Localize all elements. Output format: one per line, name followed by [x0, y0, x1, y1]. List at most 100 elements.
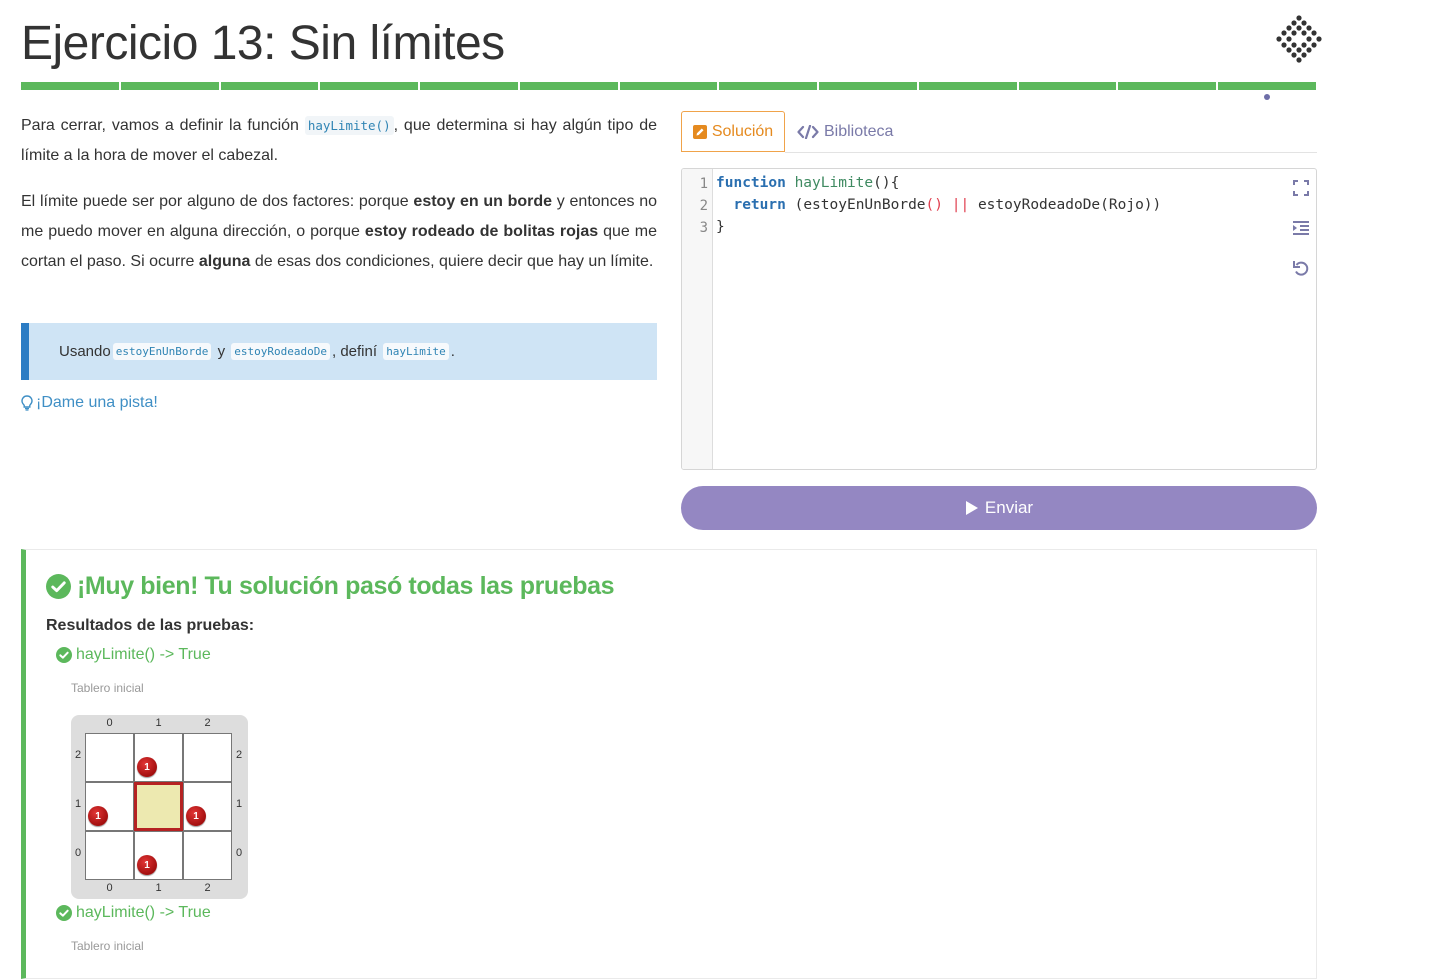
test-results-panel: ¡Muy bien! Tu solución pasó todas las pr… [21, 549, 1317, 979]
text: El límite puede ser por alguno de dos fa… [21, 193, 414, 210]
progress-segment[interactable] [719, 82, 818, 90]
page-title: Ejercicio 13: Sin límites [21, 17, 505, 70]
board-column-label: 0 [106, 882, 113, 894]
board-row-label: 1 [235, 797, 243, 810]
text: de esas dos condiciones, quiere decir qu… [250, 253, 654, 270]
line-number: 1 [699, 176, 708, 192]
progress-segment[interactable] [320, 82, 419, 90]
current-exercise-indicator [1264, 94, 1270, 100]
description-paragraph-1: Para cerrar, vamos a definir la función … [21, 111, 657, 171]
progress-segment[interactable] [1118, 82, 1217, 90]
test-result-label: hayLimite() -> True [76, 904, 211, 921]
progress-segment[interactable] [220, 82, 319, 90]
red-ball: 1 [88, 806, 108, 826]
bold-text: estoy en un borde [413, 193, 553, 210]
board-row-label: 2 [74, 748, 82, 761]
line-number-gutter: 1 2 3 [682, 169, 713, 469]
text: y [213, 343, 230, 360]
result-title: ¡Muy bien! Tu solución pasó todas las pr… [46, 572, 615, 601]
progress-segment[interactable] [619, 82, 718, 90]
board-row-label: 0 [74, 846, 82, 859]
submit-button-label: Enviar [984, 498, 1034, 517]
instruction-box: Usando estoyEnUnBorde y estoyRodeadoDe ,… [21, 323, 657, 380]
text: Usando [59, 343, 111, 360]
code-editor[interactable]: 1 2 3 function hayLimite(){ return (esto… [681, 168, 1317, 470]
code-token: || [943, 197, 978, 213]
check-circle-icon [56, 647, 72, 663]
check-circle-icon [46, 574, 71, 599]
red-ball: 1 [186, 806, 206, 826]
code-line[interactable]: } [716, 219, 725, 235]
board-row-label: 2 [235, 748, 243, 761]
gobstones-logo-icon[interactable] [1276, 14, 1322, 64]
board-label: Tablero inicial [71, 939, 144, 953]
edit-icon [692, 124, 707, 139]
code-token: estoyRodeadoDe(Rojo)) [977, 197, 1162, 213]
progress-segment[interactable] [819, 82, 917, 90]
code-token: (){ [873, 175, 900, 191]
board-column-label: 1 [155, 882, 162, 894]
submit-button[interactable]: Enviar [681, 486, 1317, 530]
progress-segment[interactable] [120, 82, 219, 90]
code-line[interactable]: return (estoyEnUnBorde() || estoyRodeado… [716, 197, 1161, 213]
board-cell [183, 733, 232, 782]
board-row-label: 1 [74, 797, 82, 810]
board-column-label: 1 [155, 717, 162, 729]
play-icon [965, 501, 978, 515]
code-token: return [733, 197, 786, 213]
tab-divider [785, 152, 1317, 153]
code-token: } [716, 219, 725, 235]
tab-solucion[interactable]: Solución [681, 111, 785, 152]
inline-code: estoyEnUnBorde [112, 343, 212, 360]
inline-code: hayLimite() [304, 116, 394, 135]
code-token: (estoyEnUnBorde [785, 197, 926, 213]
hint-link[interactable]: ¡Dame una pista! [21, 394, 158, 412]
text: Para cerrar, vamos a definir la función [21, 117, 305, 134]
test-result-row[interactable]: hayLimite() -> True [56, 904, 211, 922]
line-number: 3 [699, 220, 708, 236]
text: . [450, 343, 455, 360]
description-paragraph-2: El límite puede ser por alguno de dos fa… [21, 187, 657, 277]
red-ball: 1 [137, 855, 157, 875]
progress-segment[interactable] [519, 82, 618, 90]
code-line[interactable]: function hayLimite(){ [716, 175, 899, 191]
inline-code: estoyRodeadoDe [231, 343, 330, 360]
board-row-label: 0 [235, 846, 243, 859]
line-number: 2 [699, 198, 708, 214]
progress-segment[interactable] [1018, 82, 1117, 90]
test-result-row[interactable]: hayLimite() -> True [56, 646, 211, 664]
tab-biblioteca[interactable]: Biblioteca [797, 111, 893, 152]
hint-link-label[interactable]: ¡Dame una pista! [36, 394, 158, 412]
board-head-cell [134, 782, 183, 831]
fullscreen-icon[interactable] [1292, 179, 1310, 197]
lightbulb-icon [21, 395, 33, 411]
indent-icon[interactable] [1292, 219, 1310, 237]
test-result-label: hayLimite() -> True [76, 646, 211, 663]
progress-segment[interactable] [918, 82, 1017, 90]
reset-icon[interactable] [1292, 259, 1310, 277]
exercise-progress-bar[interactable] [21, 82, 1316, 90]
board-column-label: 2 [204, 882, 211, 894]
code-token: () [925, 197, 944, 213]
exercise-description: Para cerrar, vamos a definir la función … [21, 111, 657, 293]
code-token: hayLimite [794, 175, 874, 191]
result-title-text: ¡Muy bien! Tu solución pasó todas las pr… [77, 572, 615, 600]
tab-biblioteca-label: Biblioteca [824, 122, 894, 140]
code-token: function [716, 175, 786, 191]
progress-segment-current[interactable] [1218, 82, 1316, 90]
board-grid: 1 1 1 1 [85, 733, 232, 880]
inline-code: hayLimite [383, 343, 449, 360]
tab-solucion-label: Solución [711, 122, 774, 140]
board-cell [85, 831, 134, 880]
board-column-label: 0 [106, 717, 113, 729]
progress-segment[interactable] [21, 82, 119, 90]
bold-text: estoy rodeado de bolitas rojas [364, 223, 599, 240]
board-cell [183, 831, 232, 880]
code-icon [797, 124, 819, 139]
progress-segment[interactable] [420, 82, 518, 90]
results-subtitle: Resultados de las pruebas: [46, 617, 255, 634]
board-cell [85, 733, 134, 782]
text: , definí [331, 343, 382, 360]
check-circle-icon [56, 905, 72, 921]
board: 1111 001122221100 [71, 715, 248, 899]
